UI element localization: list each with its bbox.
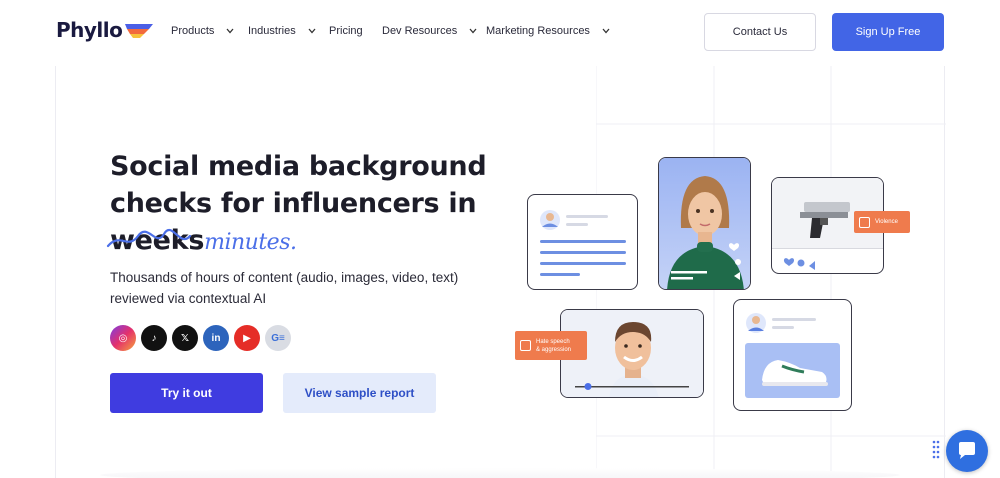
text-post-art <box>540 210 626 276</box>
nav-products[interactable]: Products <box>171 25 234 37</box>
struck-word-wrap: weeks <box>106 222 204 259</box>
flag-icon <box>520 340 531 351</box>
scribble-strike-icon <box>106 229 192 248</box>
bottom-shadow <box>100 468 900 478</box>
instagram-icon: ◎ <box>110 325 136 351</box>
linkedin-icon: in <box>203 325 229 351</box>
nav-marketing-resources-label: Marketing Resources <box>486 25 590 37</box>
chevron-down-icon <box>308 28 316 34</box>
google-news-icon: G≡ <box>265 325 291 351</box>
phyllo-logo[interactable]: Phyllo <box>56 18 154 42</box>
flag-icon <box>859 216 870 228</box>
nav-dev-resources[interactable]: Dev Resources <box>382 25 477 37</box>
drag-handle-icon[interactable] <box>932 440 940 462</box>
nav-dev-resources-label: Dev Resources <box>382 25 458 37</box>
violence-flag-tag: Violence <box>854 211 910 233</box>
hero-headline: Social media background checks for influ… <box>106 148 490 261</box>
try-it-out-button[interactable]: Try it out <box>110 373 263 413</box>
nav-pricing[interactable]: Pricing <box>329 25 363 37</box>
chat-bubble-icon <box>959 442 975 459</box>
x-icon: 𝕏 <box>172 325 198 351</box>
chevron-down-icon <box>226 28 234 34</box>
contact-us-button[interactable]: Contact Us <box>704 13 816 51</box>
logo-text: Phyllo <box>56 18 123 42</box>
nav-industries-label: Industries <box>248 25 296 37</box>
woman-portrait-art <box>659 158 750 289</box>
social-platforms: ◎ ♪ 𝕏 in ▶ G≡ <box>110 325 291 351</box>
text-post-card <box>527 194 638 290</box>
view-sample-report-button[interactable]: View sample report <box>283 373 436 413</box>
tiktok-icon: ♪ <box>141 325 167 351</box>
sneaker-post-card <box>733 299 852 411</box>
headline-line-2: checks for influencers in <box>110 188 477 219</box>
logo-mark-icon <box>125 24 154 38</box>
hate-tag-line-2: & aggression <box>536 346 572 353</box>
violence-tag-label: Violence <box>875 219 898 225</box>
hate-tag-text: Hate speech & aggression <box>536 338 571 354</box>
chevron-down-icon <box>469 28 477 34</box>
portrait-video-card <box>658 157 751 290</box>
chevron-down-icon <box>602 28 610 34</box>
headline-line-1: Social media background <box>110 151 487 182</box>
hate-speech-flag-tag: Hate speech & aggression <box>515 331 587 360</box>
background-grid <box>596 66 946 478</box>
youtube-icon: ▶ <box>234 325 260 351</box>
hero-section: Social media background checks for influ… <box>55 66 946 478</box>
sneaker-post-art <box>745 313 840 398</box>
top-navigation: Phyllo Products Industries Pricing Dev R… <box>0 0 1000 64</box>
nav-marketing-resources[interactable]: Marketing Resources <box>486 25 610 37</box>
nav-industries[interactable]: Industries <box>248 25 316 37</box>
replacement-word: minutes. <box>204 230 297 255</box>
hero-subtext: Thousands of hours of content (audio, im… <box>110 270 459 306</box>
nav-products-label: Products <box>171 25 215 37</box>
sign-up-free-button[interactable]: Sign Up Free <box>832 13 944 51</box>
chat-widget-button[interactable] <box>946 430 988 472</box>
nav-pricing-label: Pricing <box>329 25 363 37</box>
hate-tag-line-1: Hate speech <box>536 338 570 345</box>
